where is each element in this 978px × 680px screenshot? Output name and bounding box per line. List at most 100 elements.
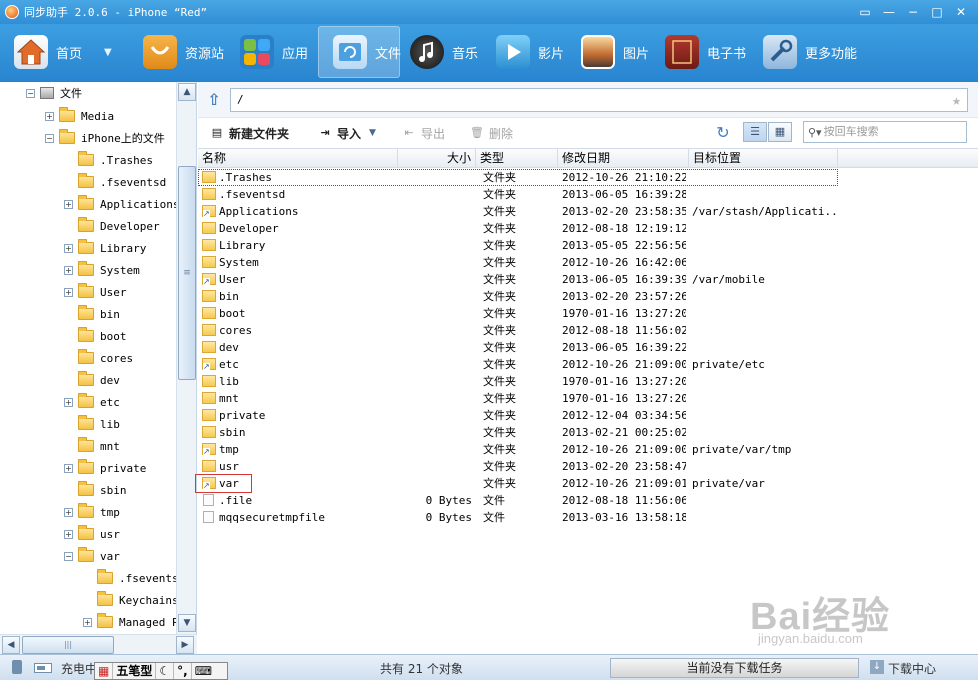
- tab-more[interactable]: 更多功能: [763, 26, 857, 78]
- table-row[interactable]: .file 0 Bytes 文件 2012-08-18 11:56:06: [198, 492, 838, 509]
- table-row[interactable]: sbin 文件夹 2013-02-21 00:25:02: [198, 424, 838, 441]
- scroll-thumb[interactable]: |||: [22, 636, 114, 654]
- tab-music[interactable]: 音乐: [410, 26, 478, 78]
- table-row[interactable]: boot 文件夹 1970-01-16 13:27:20: [198, 305, 838, 322]
- tab-apps[interactable]: 应用: [240, 26, 308, 78]
- path-input[interactable]: / ★: [230, 88, 968, 112]
- expand-icon[interactable]: +: [64, 265, 73, 275]
- table-row[interactable]: mnt 文件夹 1970-01-16 13:27:20: [198, 390, 838, 407]
- tab-store[interactable]: 资源站: [143, 26, 224, 78]
- tree-node[interactable]: lib: [64, 413, 120, 435]
- expand-icon[interactable]: +: [64, 199, 73, 209]
- tree-node[interactable]: dev: [64, 369, 120, 391]
- expand-icon[interactable]: +: [64, 243, 73, 253]
- tree-node[interactable]: .fseventsd: [64, 171, 166, 193]
- column-type[interactable]: 类型: [476, 149, 558, 168]
- table-row[interactable]: System 文件夹 2012-10-26 16:42:06: [198, 254, 838, 271]
- tree-horizontal-scrollbar[interactable]: ◀ ||| ▶: [0, 634, 197, 654]
- table-row[interactable]: Developer 文件夹 2012-08-18 12:19:12: [198, 220, 838, 237]
- tree-node-media[interactable]: + Media: [45, 105, 114, 127]
- tree-node[interactable]: + usr: [64, 523, 120, 545]
- keyboard-icon[interactable]: ⌨: [192, 663, 215, 679]
- import-dropdown-icon[interactable]: ▼: [369, 128, 376, 138]
- moon-icon[interactable]: ☾: [156, 663, 175, 679]
- favorite-star-icon[interactable]: ★: [952, 89, 961, 111]
- close-button[interactable]: ✕: [952, 4, 970, 20]
- tree-node[interactable]: boot: [64, 325, 127, 347]
- column-target[interactable]: 目标位置: [689, 149, 838, 168]
- tree-node[interactable]: + Managed P:: [83, 611, 176, 633]
- scroll-up-button[interactable]: ▲: [178, 83, 196, 101]
- tree-node[interactable]: + Library: [64, 237, 146, 259]
- refresh-icon[interactable]: ↻: [714, 124, 732, 142]
- tree-node[interactable]: + private: [64, 457, 146, 479]
- tree-node[interactable]: sbin: [64, 479, 127, 501]
- column-name[interactable]: 名称: [198, 149, 398, 168]
- tree-node[interactable]: .Trashes: [64, 149, 153, 171]
- table-row[interactable]: dev 文件夹 2013-06-05 16:39:22: [198, 339, 838, 356]
- feedback-button[interactable]: ▭: [856, 4, 874, 20]
- tree-node[interactable]: + tmp: [64, 501, 120, 523]
- tree-node[interactable]: mnt: [64, 435, 120, 457]
- collapse-icon[interactable]: −: [26, 88, 35, 98]
- tree-node[interactable]: .fsevents: [97, 567, 176, 589]
- table-row[interactable]: private 文件夹 2012-12-04 03:34:56: [198, 407, 838, 424]
- expand-icon[interactable]: +: [64, 463, 73, 473]
- expand-icon[interactable]: +: [64, 287, 73, 297]
- minimize-button[interactable]: −: [904, 4, 922, 20]
- table-row[interactable]: cores 文件夹 2012-08-18 11:56:02: [198, 322, 838, 339]
- tree-node[interactable]: cores: [64, 347, 133, 369]
- delete-button[interactable]: 🗑 删除: [470, 124, 513, 142]
- tab-video[interactable]: 影片: [496, 26, 564, 78]
- tree-node[interactable]: + User: [64, 281, 127, 303]
- table-row[interactable]: Applications 文件夹 2013-02-20 23:58:35/var/s…: [198, 203, 838, 220]
- collapse-icon[interactable]: −: [45, 133, 54, 143]
- tab-home[interactable]: 首页 ▼: [14, 26, 112, 78]
- tab-pictures[interactable]: 图片: [581, 26, 649, 78]
- tab-ebooks[interactable]: 电子书: [665, 26, 746, 78]
- table-row[interactable]: Library 文件夹 2013-05-05 22:56:56: [198, 237, 838, 254]
- tree-node-root[interactable]: − 文件: [26, 82, 82, 104]
- scroll-left-button[interactable]: ◀: [2, 636, 20, 654]
- home-dropdown-icon[interactable]: ▼: [104, 47, 112, 58]
- maximize-button[interactable]: □: [928, 4, 946, 20]
- tree-node[interactable]: − var: [64, 545, 120, 567]
- up-level-button[interactable]: ⇧: [204, 90, 224, 110]
- tree-node[interactable]: Keychains: [97, 589, 176, 611]
- menu-button[interactable]: —: [880, 4, 898, 20]
- tree-node[interactable]: + System: [64, 259, 140, 281]
- scroll-thumb[interactable]: ≡: [178, 166, 196, 380]
- download-center-link[interactable]: 下载中心: [888, 660, 936, 677]
- search-box[interactable]: ⚲▾: [803, 121, 967, 143]
- collapse-icon[interactable]: −: [64, 551, 73, 561]
- scroll-down-button[interactable]: ▼: [178, 614, 196, 632]
- table-row[interactable]: etc 文件夹 2012-10-26 21:09:00 private/etc: [198, 356, 838, 373]
- export-button[interactable]: ⇤ 导出: [402, 124, 445, 142]
- tree-node-iphone-files[interactable]: − iPhone上的文件: [45, 127, 165, 149]
- tree-node[interactable]: Developer: [64, 215, 160, 237]
- import-button[interactable]: ⇥ 导入 ▼: [318, 124, 376, 142]
- tree-node[interactable]: + Applications: [64, 193, 176, 215]
- expand-icon[interactable]: +: [64, 397, 73, 407]
- grid-view-button[interactable]: ▦: [768, 122, 792, 142]
- table-row[interactable]: tmp 文件夹 2012-10-26 21:09:00 private/var/tmp: [198, 441, 838, 458]
- ime-logo-icon[interactable]: ▦: [95, 663, 114, 679]
- tree-node[interactable]: + etc: [64, 391, 120, 413]
- table-row[interactable]: mqqsecuretmpfile 0 Bytes 文件 2013-03-16 13:5…: [198, 509, 838, 526]
- expand-icon[interactable]: +: [83, 617, 92, 627]
- scroll-right-button[interactable]: ▶: [176, 636, 194, 654]
- punctuation-toggle[interactable]: °,: [174, 663, 192, 679]
- table-row[interactable]: User 文件夹 2013-06-05 16:39:39/var/mobile: [198, 271, 838, 288]
- ime-mode[interactable]: 五笔型: [113, 663, 157, 679]
- expand-icon[interactable]: +: [64, 507, 73, 517]
- tab-files[interactable]: 文件: [318, 26, 401, 78]
- new-folder-button[interactable]: ▤ 新建文件夹: [210, 124, 289, 142]
- table-row[interactable]: usr 文件夹 2013-02-20 23:58:47: [198, 458, 838, 475]
- table-row[interactable]: lib 文件夹 1970-01-16 13:27:20: [198, 373, 838, 390]
- table-row[interactable]: .Trashes 文件夹 2012-10-26 21:10:22: [198, 169, 838, 186]
- expand-icon[interactable]: +: [45, 111, 54, 121]
- tree-vertical-scrollbar[interactable]: ▲ ≡ ▼: [176, 82, 196, 634]
- list-view-button[interactable]: ☰: [743, 122, 767, 142]
- table-row[interactable]: .fseventsd 文件夹 2013-06-05 16:39:28: [198, 186, 838, 203]
- expand-icon[interactable]: +: [64, 529, 73, 539]
